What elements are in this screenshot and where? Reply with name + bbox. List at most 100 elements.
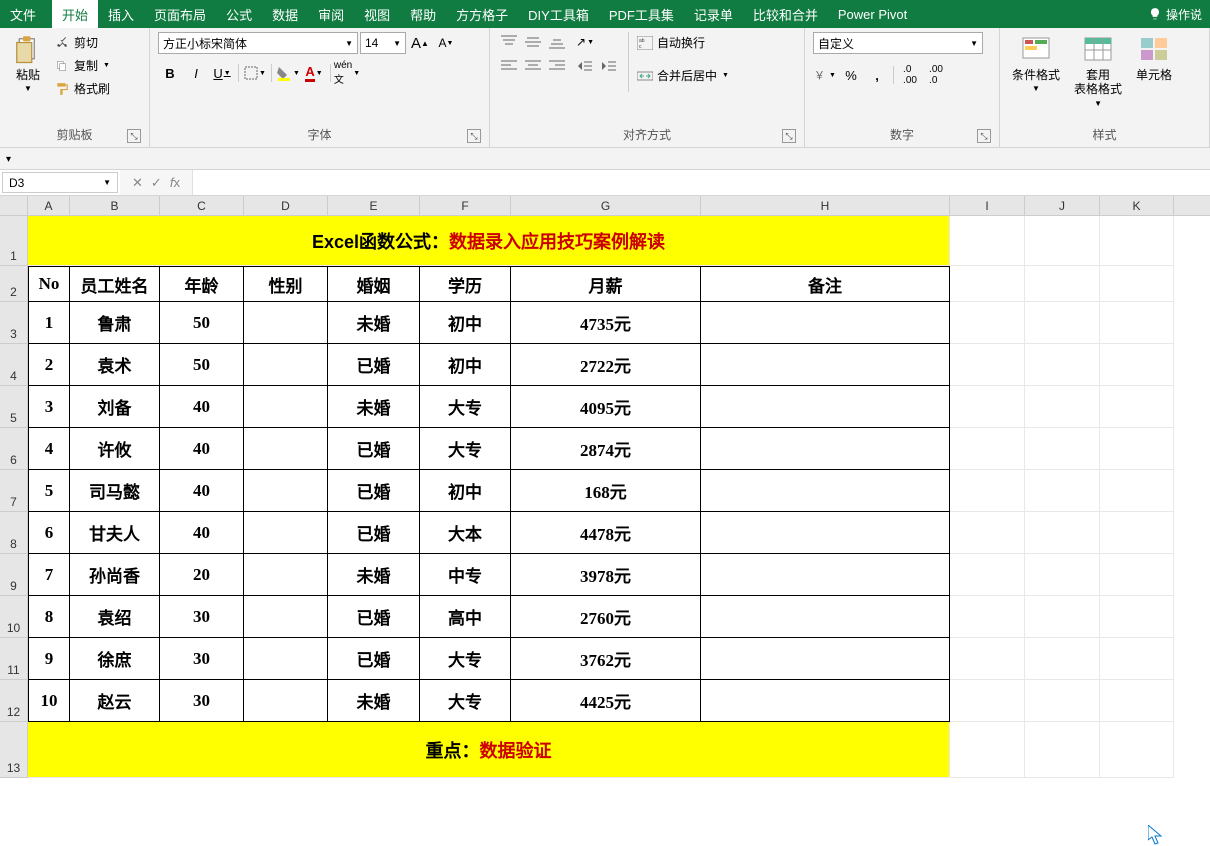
table-cell[interactable]: 40 xyxy=(160,428,244,470)
row-header[interactable]: 7 xyxy=(0,470,28,512)
table-cell[interactable]: 未婚 xyxy=(328,302,420,344)
table-cell[interactable] xyxy=(244,470,328,512)
column-header[interactable]: I xyxy=(950,196,1025,215)
table-cell[interactable]: 甘夫人 xyxy=(70,512,160,554)
phonetic-button[interactable]: wén文▼ xyxy=(335,62,359,84)
row-header[interactable]: 9 xyxy=(0,554,28,596)
table-header[interactable]: No xyxy=(28,266,70,302)
table-cell[interactable]: 40 xyxy=(160,470,244,512)
table-cell[interactable]: 鲁肃 xyxy=(70,302,160,344)
row-header[interactable]: 6 xyxy=(0,428,28,470)
tab-data[interactable]: 数据 xyxy=(262,0,308,28)
table-header[interactable]: 备注 xyxy=(701,266,950,302)
cell[interactable] xyxy=(1100,216,1174,266)
table-cell[interactable]: 30 xyxy=(160,596,244,638)
table-cell[interactable]: 中专 xyxy=(420,554,511,596)
tell-me[interactable]: 操作说 xyxy=(1140,0,1210,28)
dialog-launcher-icon[interactable]: ⤡ xyxy=(977,129,991,143)
cell[interactable] xyxy=(1025,638,1100,680)
cell[interactable] xyxy=(950,302,1025,344)
table-cell[interactable] xyxy=(244,638,328,680)
cell[interactable] xyxy=(1100,428,1174,470)
table-cell[interactable]: 168元 xyxy=(511,470,701,512)
cell[interactable] xyxy=(950,596,1025,638)
table-cell[interactable]: 已婚 xyxy=(328,596,420,638)
table-cell[interactable] xyxy=(701,638,950,680)
table-cell[interactable] xyxy=(701,344,950,386)
table-cell[interactable]: 4 xyxy=(28,428,70,470)
orientation-button[interactable]: ↗▼ xyxy=(574,32,596,52)
cell[interactable] xyxy=(1100,386,1174,428)
row-header[interactable]: 8 xyxy=(0,512,28,554)
table-cell[interactable]: 未婚 xyxy=(328,554,420,596)
column-header[interactable]: H xyxy=(701,196,950,215)
tab-help[interactable]: 帮助 xyxy=(400,0,446,28)
select-all-corner[interactable] xyxy=(0,196,28,215)
table-header[interactable]: 婚姻 xyxy=(328,266,420,302)
cell[interactable] xyxy=(1025,386,1100,428)
column-header[interactable]: K xyxy=(1100,196,1174,215)
row-header[interactable]: 5 xyxy=(0,386,28,428)
table-cell[interactable]: 5 xyxy=(28,470,70,512)
column-header[interactable]: G xyxy=(511,196,701,215)
tab-page-layout[interactable]: 页面布局 xyxy=(144,0,216,28)
table-cell[interactable]: 30 xyxy=(160,638,244,680)
cell[interactable] xyxy=(1100,554,1174,596)
table-cell[interactable]: 徐庶 xyxy=(70,638,160,680)
table-cell[interactable] xyxy=(701,302,950,344)
cell[interactable] xyxy=(1100,596,1174,638)
table-header[interactable]: 学历 xyxy=(420,266,511,302)
cell[interactable] xyxy=(950,386,1025,428)
table-cell[interactable] xyxy=(244,680,328,722)
table-cell[interactable] xyxy=(701,554,950,596)
cell[interactable] xyxy=(1025,428,1100,470)
increase-font-button[interactable]: A▲ xyxy=(408,32,432,54)
cell[interactable] xyxy=(1100,344,1174,386)
enter-icon[interactable]: ✓ xyxy=(151,175,162,191)
font-name-combo[interactable]: 方正小标宋简体▼ xyxy=(158,32,358,54)
table-cell[interactable] xyxy=(701,470,950,512)
table-cell[interactable]: 袁术 xyxy=(70,344,160,386)
table-cell[interactable]: 赵云 xyxy=(70,680,160,722)
cell[interactable] xyxy=(1100,722,1174,778)
cell[interactable] xyxy=(1025,554,1100,596)
table-cell[interactable]: 30 xyxy=(160,680,244,722)
copy-button[interactable]: 复制 ▼ xyxy=(54,55,110,76)
cancel-icon[interactable]: ✕ xyxy=(132,175,143,191)
tab-record[interactable]: 记录单 xyxy=(684,0,743,28)
table-cell[interactable]: 1 xyxy=(28,302,70,344)
spreadsheet-grid[interactable]: ABCDEFGHIJK 12345678910111213 Excel函数公式：… xyxy=(0,196,1210,778)
table-cell[interactable]: 司马懿 xyxy=(70,470,160,512)
table-cell[interactable]: 3 xyxy=(28,386,70,428)
align-left-button[interactable] xyxy=(498,56,520,76)
conditional-format-button[interactable]: 条件格式 ▼ xyxy=(1008,32,1064,95)
table-cell[interactable] xyxy=(701,680,950,722)
qat-dropdown-icon[interactable]: ▾ xyxy=(6,154,16,164)
increase-indent-button[interactable] xyxy=(598,56,620,76)
decrease-indent-button[interactable] xyxy=(574,56,596,76)
cell[interactable] xyxy=(1100,302,1174,344)
cell[interactable] xyxy=(1025,722,1100,778)
cell[interactable] xyxy=(1100,680,1174,722)
decrease-decimal-button[interactable]: .00.0 xyxy=(924,64,948,86)
table-cell[interactable]: 大专 xyxy=(420,638,511,680)
title-cell[interactable]: Excel函数公式：数据录入应用技巧案例解读 xyxy=(28,216,950,266)
italic-button[interactable]: I xyxy=(184,62,208,84)
tab-view[interactable]: 视图 xyxy=(354,0,400,28)
tab-file[interactable]: 文件 xyxy=(0,0,46,28)
borders-button[interactable]: ▼ xyxy=(243,62,267,84)
row-header[interactable]: 4 xyxy=(0,344,28,386)
column-header[interactable]: J xyxy=(1025,196,1100,215)
table-header[interactable]: 性别 xyxy=(244,266,328,302)
table-cell[interactable]: 40 xyxy=(160,512,244,554)
table-cell[interactable]: 未婚 xyxy=(328,680,420,722)
table-cell[interactable] xyxy=(701,428,950,470)
format-painter-button[interactable]: 格式刷 xyxy=(54,78,110,99)
cell[interactable] xyxy=(950,512,1025,554)
tab-ffgz[interactable]: 方方格子 xyxy=(446,0,518,28)
align-right-button[interactable] xyxy=(546,56,568,76)
table-cell[interactable]: 已婚 xyxy=(328,638,420,680)
cell[interactable] xyxy=(1025,216,1100,266)
tab-powerpivot[interactable]: Power Pivot xyxy=(828,0,917,28)
currency-button[interactable]: ￥▼ xyxy=(813,64,837,86)
